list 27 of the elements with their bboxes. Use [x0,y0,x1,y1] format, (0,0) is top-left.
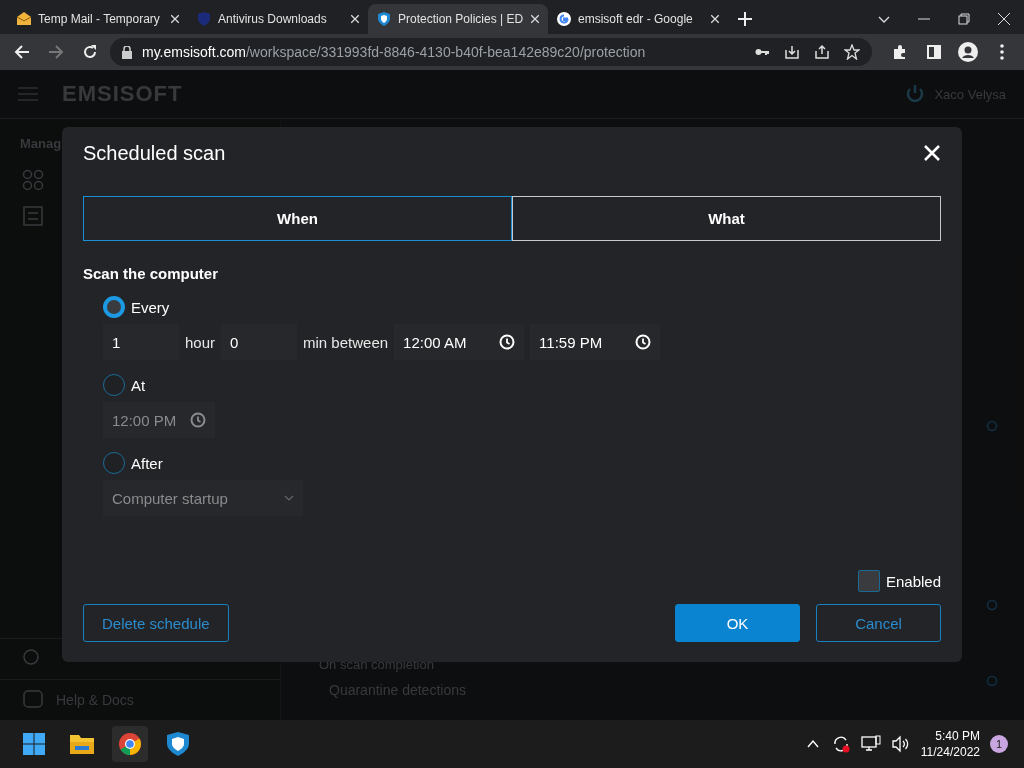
between-label: min between [303,333,389,351]
start-time-field[interactable]: 12:00 AM [394,324,525,360]
section-heading: Scan the computer [83,265,220,282]
dialog-tab[interactable]: When [83,196,512,241]
option-label: At [131,376,146,394]
enabled-label: Enabled [885,572,941,590]
end-time-field[interactable]: 11:59 PM [530,324,661,360]
clock-date[interactable]: 11/24/2022 [920,744,980,760]
hour-label: hour [185,333,216,351]
browser-tab[interactable]: Temp Mail - Temporary [8,4,188,34]
clock-time[interactable]: 5:40 PM [935,728,980,744]
option-label: After [131,454,163,472]
notification-badge[interactable]: 1 [990,735,1008,753]
address-bar[interactable]: my.emsisoft.com/workspace/331993fd-8846-4130-b40f-bea142e89c20/protection [110,38,872,66]
hours-field[interactable]: 1 [103,324,179,360]
minutes-field[interactable]: 0 [221,324,298,360]
delete-schedule-button[interactable]: Delete schedule [83,604,229,642]
dialog-title: Scheduled scan [83,141,226,165]
cancel-button[interactable]: Cancel [816,604,941,642]
trigger-dropdown[interactable]: Computer startup [103,480,303,516]
browser-tab[interactable]: Antivirus Downloads [188,4,368,34]
time-field[interactable]: 12:00 PM [103,402,215,438]
dialog-tab[interactable]: What [512,196,941,241]
browser-tab[interactable]: emsisoft edr - Google [548,4,728,34]
option-label: Every [131,298,170,316]
ok-button[interactable]: OK [675,604,800,642]
browser-tab[interactable]: Protection Policies | ED [368,4,548,34]
